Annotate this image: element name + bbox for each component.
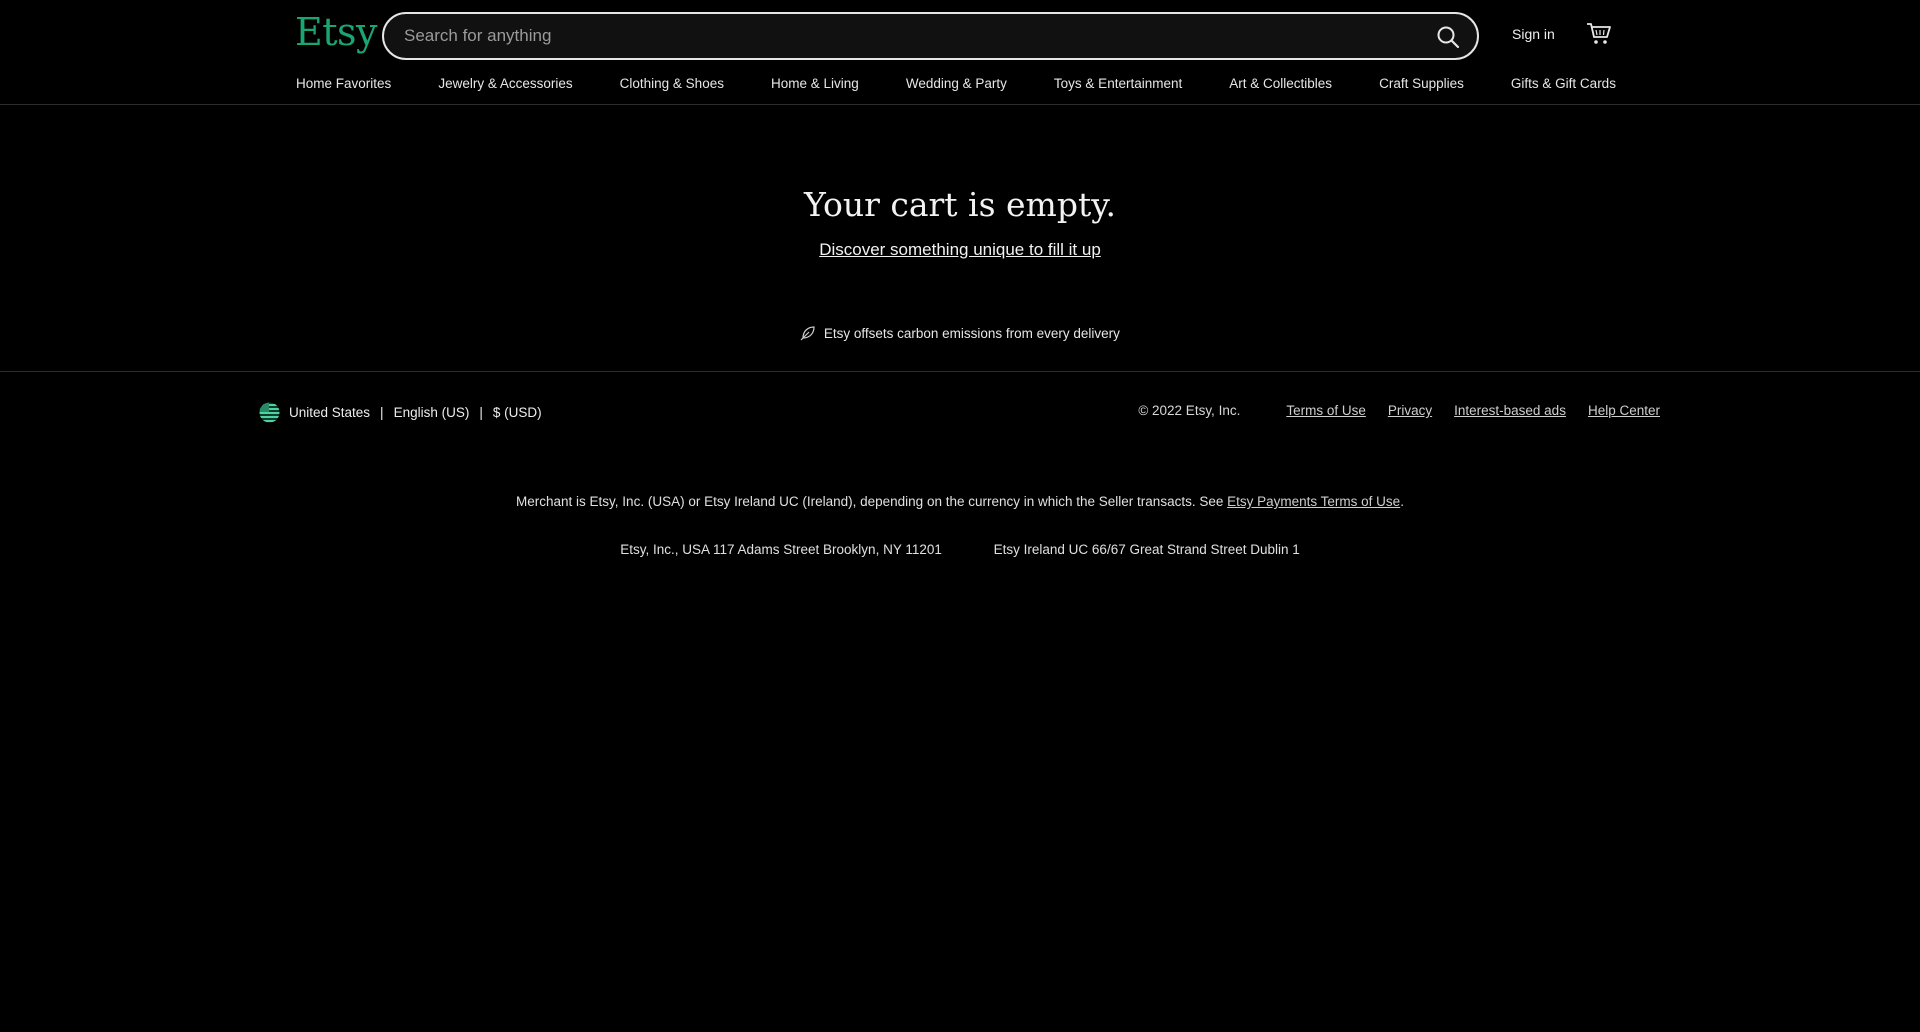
cart-icon — [1587, 23, 1611, 44]
cart-button[interactable] — [1586, 22, 1612, 46]
footer-link-interest-ads[interactable]: Interest-based ads — [1454, 403, 1566, 418]
search-icon — [1437, 26, 1460, 49]
merchant-notice: Merchant is Etsy, Inc. (USA) or Etsy Ire… — [0, 494, 1920, 509]
merchant-text: Merchant is Etsy, Inc. (USA) or Etsy Ire… — [516, 494, 1224, 509]
locale-separator: | — [479, 405, 483, 420]
category-nav: Home Favorites Jewelry & Accessories Clo… — [296, 76, 1616, 96]
footer-divider — [0, 371, 1920, 372]
payments-terms-link[interactable]: Etsy Payments Terms of Use — [1227, 494, 1400, 509]
footer-link-terms[interactable]: Terms of Use — [1286, 403, 1366, 418]
footer-link-help-center[interactable]: Help Center — [1588, 403, 1660, 418]
search-bar — [382, 12, 1479, 60]
footer-link-privacy[interactable]: Privacy — [1388, 403, 1432, 418]
company-addresses: Etsy, Inc., USA 117 Adams Street Brookly… — [0, 542, 1920, 557]
empty-cart-title: Your cart is empty. — [804, 185, 1116, 224]
locale-language: English (US) — [393, 405, 470, 420]
nav-item-home-favorites[interactable]: Home Favorites — [296, 76, 391, 96]
nav-item-craft-supplies[interactable]: Craft Supplies — [1379, 76, 1464, 96]
us-flag-icon — [259, 402, 280, 423]
nav-item-home-living[interactable]: Home & Living — [771, 76, 859, 96]
carbon-offset-note: Etsy offsets carbon emissions from every… — [0, 325, 1920, 341]
nav-item-wedding-party[interactable]: Wedding & Party — [906, 76, 1007, 96]
copyright: © 2022 Etsy, Inc. — [1138, 403, 1241, 418]
merchant-end: . — [1400, 494, 1404, 509]
site-header: Etsy Sign in Home Favorites Jewelry & Ac… — [0, 0, 1920, 105]
address-us: Etsy, Inc., USA 117 Adams Street Brookly… — [620, 542, 942, 557]
address-ireland: Etsy Ireland UC 66/67 Great Strand Stree… — [993, 542, 1300, 557]
nav-item-clothing-shoes[interactable]: Clothing & Shoes — [620, 76, 724, 96]
nav-item-gifts-gift-cards[interactable]: Gifts & Gift Cards — [1511, 76, 1616, 96]
locale-currency: $ (USD) — [492, 405, 542, 420]
nav-item-art-collectibles[interactable]: Art & Collectibles — [1229, 76, 1332, 96]
locale-settings-button[interactable]: United States | English (US) | $ (USD) — [259, 402, 542, 423]
search-button[interactable] — [1435, 24, 1461, 50]
etsy-logo[interactable]: Etsy — [295, 10, 377, 54]
leaf-icon — [800, 326, 815, 341]
discover-link-wrap: Discover something unique to fill it up — [0, 240, 1920, 260]
sign-in-link[interactable]: Sign in — [1512, 26, 1555, 42]
discover-link[interactable]: Discover something unique to fill it up — [819, 240, 1101, 259]
locale-separator: | — [380, 405, 384, 420]
nav-item-toys-entertainment[interactable]: Toys & Entertainment — [1054, 76, 1182, 96]
footer-links: © 2022 Etsy, Inc. Terms of Use Privacy I… — [1138, 403, 1660, 418]
nav-item-jewelry-accessories[interactable]: Jewelry & Accessories — [438, 76, 572, 96]
search-input[interactable] — [402, 14, 1402, 58]
locale-country: United States — [289, 405, 371, 420]
carbon-offset-text: Etsy offsets carbon emissions from every… — [823, 326, 1120, 341]
